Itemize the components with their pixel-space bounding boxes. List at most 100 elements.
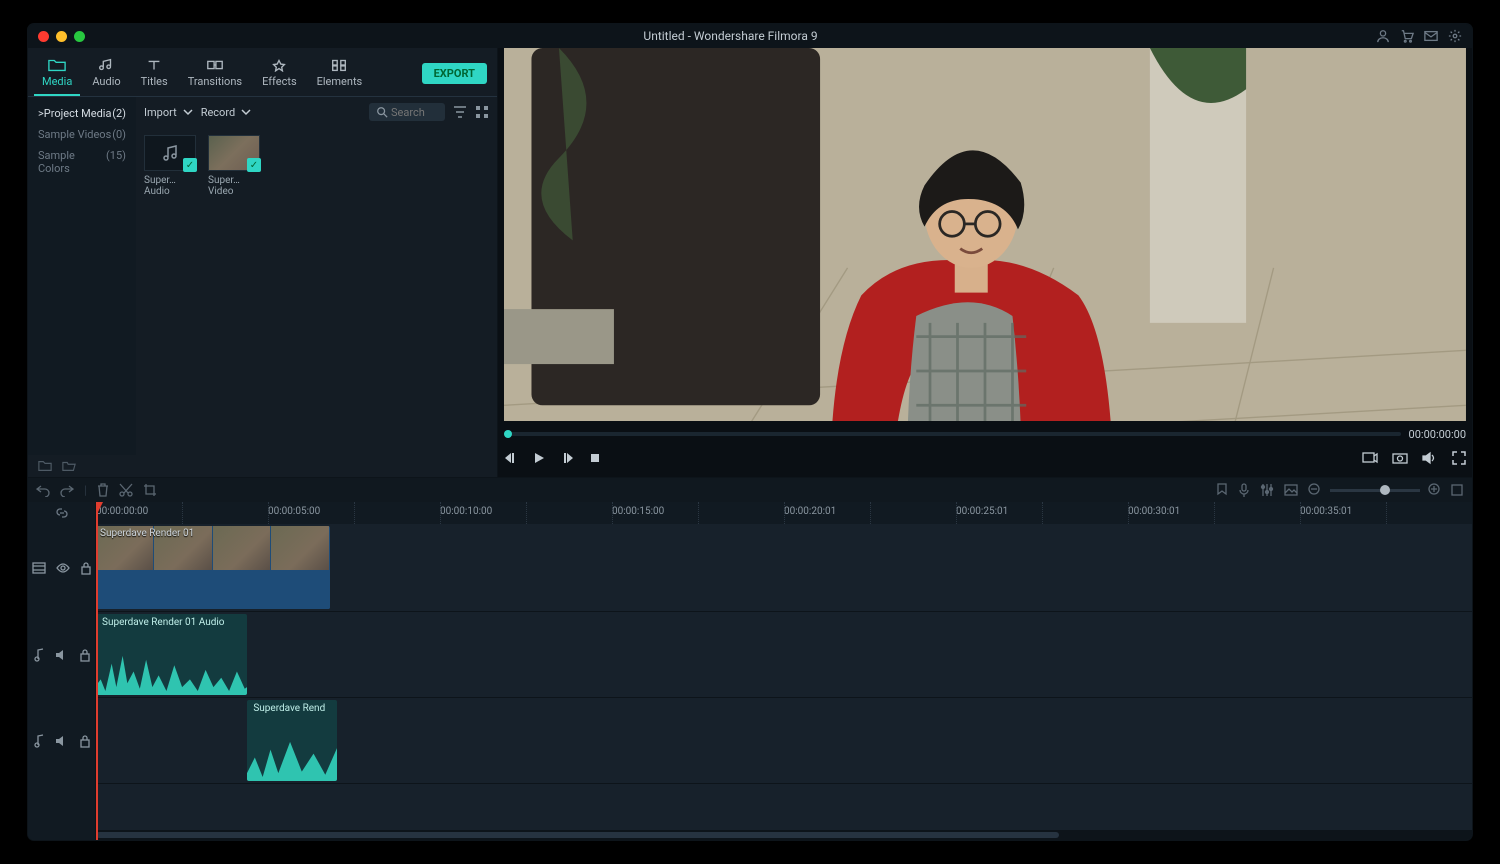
delete-icon[interactable] — [97, 483, 109, 497]
grid-icon[interactable] — [475, 105, 489, 119]
media-item-label: Super…Video — [208, 175, 260, 197]
search-box[interactable] — [369, 103, 445, 121]
snapshot-icon[interactable] — [1392, 451, 1408, 465]
lock-icon[interactable] — [79, 648, 91, 662]
lock-icon[interactable] — [80, 561, 92, 575]
zoom-slider-knob[interactable] — [1380, 485, 1390, 495]
step-forward-button[interactable] — [560, 451, 574, 465]
filter-icon[interactable] — [453, 105, 467, 119]
cut-icon[interactable] — [119, 483, 133, 497]
tab-media[interactable]: Media — [34, 54, 80, 96]
marker-icon[interactable] — [1216, 483, 1228, 497]
music-note-icon[interactable] — [33, 734, 45, 748]
app-window: Untitled - Wondershare Filmora 9 Media A… — [28, 24, 1472, 840]
zoom-in-icon[interactable] — [1428, 483, 1442, 497]
tab-titles[interactable]: Titles — [133, 54, 176, 96]
audio-mixer-icon[interactable] — [1260, 483, 1274, 497]
media-item-video[interactable]: ✓ Super…Video — [208, 135, 260, 197]
audio-track-1[interactable]: Superdave Render 01 Audio — [96, 612, 1472, 698]
filmstrip-icon[interactable] — [32, 562, 46, 574]
preview-playhead[interactable] — [504, 430, 512, 438]
sidebar-item-count: (2) — [112, 107, 126, 120]
tab-label: Audio — [92, 75, 120, 88]
audio-track-2[interactable]: Superdave Rend — [96, 698, 1472, 784]
audio-clip[interactable]: Superdave Render 01 Audio — [96, 614, 247, 695]
stop-button[interactable] — [588, 451, 602, 465]
lock-icon[interactable] — [79, 734, 91, 748]
step-back-button[interactable] — [504, 451, 518, 465]
window-title: Untitled - Wondershare Filmora 9 — [93, 29, 1368, 43]
tracks-area[interactable]: 00:00:00:00 00:00:05:00 00:00:10:00 00:0… — [96, 502, 1472, 840]
minimize-window-button[interactable] — [56, 31, 67, 42]
sidebar-item-project-media[interactable]: >Project Media (2) — [34, 103, 130, 124]
titlebar: Untitled - Wondershare Filmora 9 — [28, 24, 1472, 48]
audio-clip[interactable]: Superdave Rend — [247, 700, 336, 781]
preview-scrubber[interactable]: 00:00:00:00 — [504, 425, 1466, 443]
export-button[interactable]: EXPORT — [422, 63, 487, 84]
zoom-slider[interactable] — [1330, 489, 1420, 492]
check-badge-icon: ✓ — [247, 158, 261, 172]
video-track-header — [28, 524, 95, 612]
mail-icon[interactable] — [1424, 29, 1438, 43]
preview-controls — [504, 443, 1466, 473]
settings-icon[interactable] — [1448, 29, 1462, 43]
speaker-icon[interactable] — [55, 649, 69, 661]
crop-icon[interactable] — [143, 483, 157, 497]
speaker-icon[interactable] — [55, 735, 69, 747]
photo-icon[interactable] — [1284, 484, 1298, 496]
record-dropdown[interactable]: Record — [201, 106, 251, 119]
effects-icon — [270, 58, 288, 72]
volume-icon[interactable] — [1422, 451, 1438, 465]
fullscreen-icon[interactable] — [1452, 451, 1466, 465]
zoom-out-icon[interactable] — [1308, 483, 1322, 497]
sidebar-item-sample-colors[interactable]: Sample Colors (15) — [34, 145, 130, 179]
link-icon[interactable] — [55, 506, 69, 520]
tab-effects[interactable]: Effects — [254, 54, 305, 96]
video-track[interactable]: Superdave Render 01 — [96, 524, 1472, 612]
tab-label: Titles — [141, 75, 168, 88]
open-folder-icon[interactable] — [62, 459, 76, 473]
scrollbar-thumb[interactable] — [96, 832, 1059, 838]
user-icon[interactable] — [1376, 29, 1390, 43]
record-label: Record — [201, 106, 235, 119]
cart-icon[interactable] — [1400, 29, 1414, 43]
tab-audio[interactable]: Audio — [84, 54, 128, 96]
record-screen-icon[interactable] — [1362, 451, 1378, 465]
undo-icon[interactable] — [36, 483, 50, 497]
timeline-toolbar: | — [28, 478, 1472, 502]
time-ruler[interactable]: 00:00:00:00 00:00:05:00 00:00:10:00 00:0… — [96, 502, 1472, 524]
play-button[interactable] — [532, 451, 546, 465]
titles-icon — [145, 58, 163, 72]
audio-track-1-header — [28, 612, 95, 698]
media-panel: Media Audio Titles Transitions Effects — [28, 48, 498, 477]
preview-panel: 00:00:00:00 — [498, 48, 1472, 477]
video-clip[interactable]: Superdave Render 01 — [96, 526, 330, 609]
tab-transitions[interactable]: Transitions — [180, 54, 250, 96]
preview-image — [504, 48, 1466, 421]
timeline-playhead[interactable] — [96, 502, 98, 840]
redo-icon[interactable] — [60, 483, 74, 497]
preview-progress-track[interactable] — [504, 432, 1401, 436]
search-icon — [375, 105, 389, 119]
timeline-h-scrollbar[interactable] — [96, 830, 1472, 840]
search-input[interactable] — [389, 105, 439, 120]
media-item-label: Super…Audio — [144, 175, 196, 197]
close-window-button[interactable] — [38, 31, 49, 42]
music-note-icon[interactable] — [33, 648, 45, 662]
mic-icon[interactable] — [1238, 483, 1250, 497]
preview-viewport[interactable] — [504, 48, 1466, 421]
window-controls — [38, 31, 85, 42]
media-toolbar: Import Record — [136, 97, 497, 127]
eye-icon[interactable] — [56, 563, 70, 573]
media-item-audio[interactable]: ✓ Super…Audio — [144, 135, 196, 197]
zoom-fit-icon[interactable] — [1450, 483, 1464, 497]
top-area: Media Audio Titles Transitions Effects — [28, 48, 1472, 478]
maximize-window-button[interactable] — [74, 31, 85, 42]
new-folder-icon[interactable] — [38, 459, 52, 473]
tab-elements[interactable]: Elements — [309, 54, 371, 96]
sidebar-item-count: (15) — [106, 149, 126, 175]
zoom-control — [1308, 483, 1464, 497]
sidebar-item-sample-videos[interactable]: Sample Videos (0) — [34, 124, 130, 145]
sidebar-item-label: Project Media — [44, 107, 112, 120]
import-dropdown[interactable]: Import — [144, 106, 193, 119]
